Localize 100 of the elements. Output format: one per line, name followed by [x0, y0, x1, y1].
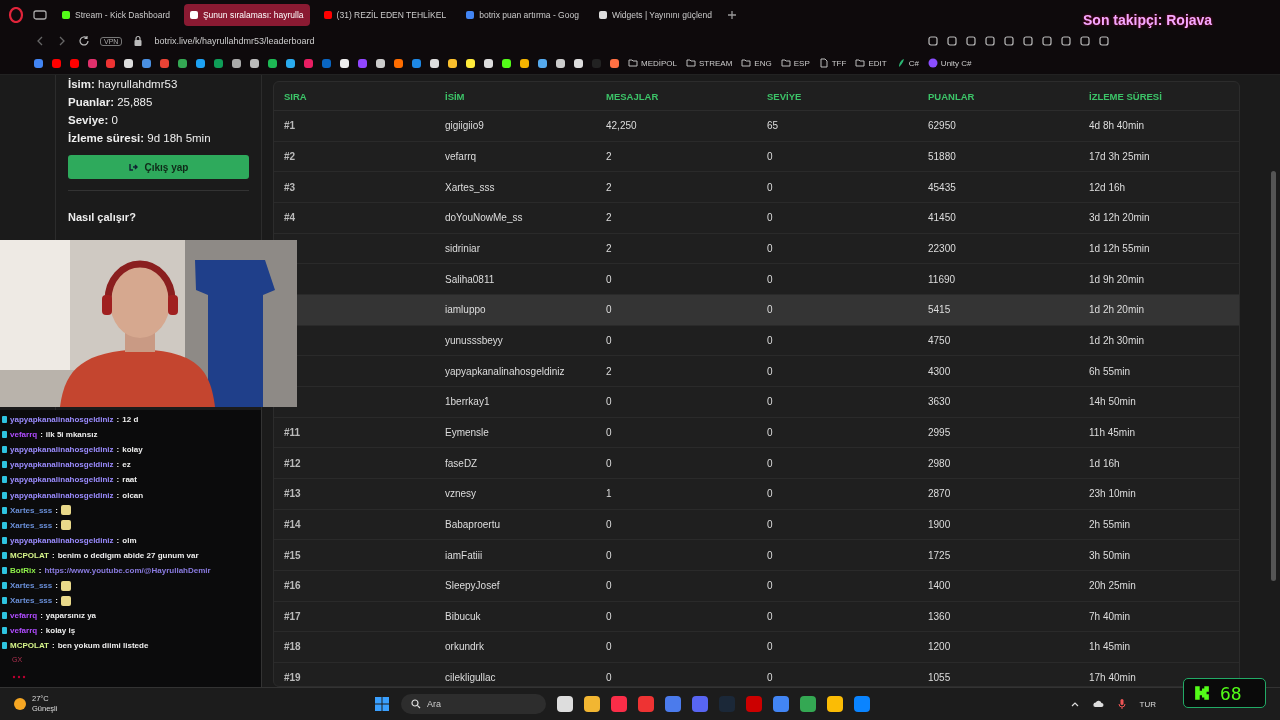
- toolbar-icon[interactable]: [1003, 35, 1015, 47]
- chat-username[interactable]: vefarrq: [10, 626, 38, 636]
- level-cell: 0: [767, 457, 773, 469]
- taskbar-app-icon[interactable]: [611, 696, 627, 712]
- browser-tab[interactable]: botrix puan artırma - Goog: [460, 4, 585, 26]
- toolbar-icon[interactable]: [1098, 35, 1110, 47]
- chat-username[interactable]: MCPOLAT: [10, 550, 49, 560]
- taskbar-app-icon[interactable]: [746, 696, 762, 712]
- chat-username[interactable]: vefarrq: [10, 430, 38, 440]
- toolbar-icon[interactable]: [946, 35, 958, 47]
- chat-username[interactable]: Xartes_sss: [10, 520, 53, 530]
- folder-icon: [686, 58, 696, 68]
- folder-icon: [628, 58, 638, 68]
- chat-separator: :: [38, 566, 42, 575]
- bookmark-item[interactable]: ENG: [741, 58, 772, 68]
- bookmark-item[interactable]: ESP: [780, 58, 810, 68]
- column-header[interactable]: İZLEME SÜRESİ: [1089, 90, 1239, 102]
- points-cell: 5415: [928, 304, 951, 316]
- browser-logo-icon[interactable]: [8, 7, 24, 23]
- messages-cell: 2: [606, 181, 612, 193]
- browser-tab[interactable]: Stream - Kick Dashboard: [56, 4, 176, 26]
- lock-icon: [132, 35, 145, 47]
- taskbar-app-icon[interactable]: [665, 696, 681, 712]
- browser-tab[interactable]: Şunun sıralaması: hayrulla: [183, 4, 310, 26]
- toolbar-icon[interactable]: [1060, 35, 1072, 47]
- chat-username[interactable]: BotRix: [10, 566, 36, 575]
- chat-username[interactable]: yapyapkanalinahosgeldiniz: [10, 445, 114, 455]
- rank-cell: #17: [284, 610, 301, 622]
- level-cell: 0: [767, 641, 773, 653]
- column-header[interactable]: SEVİYE: [767, 90, 928, 102]
- bookmark-label: TFF: [831, 58, 847, 68]
- more-icon[interactable]: [12, 674, 26, 679]
- name-cell: cilekligullac: [445, 672, 496, 684]
- watch-time-cell: 20h 25min: [1089, 580, 1136, 592]
- taskbar-app-icon[interactable]: [827, 696, 843, 712]
- chat-separator: :: [55, 581, 58, 591]
- taskbar-app-icon[interactable]: [557, 696, 573, 712]
- search-field[interactable]: Ara: [401, 694, 546, 714]
- chat-username[interactable]: MCPOLAT: [10, 641, 49, 651]
- scrollbar-thumb[interactable]: [1271, 171, 1276, 581]
- cloud-icon[interactable]: [1091, 698, 1104, 710]
- chat-username[interactable]: vefarrq: [10, 611, 38, 621]
- chat-username[interactable]: yapyapkanalinahosgeldiniz: [10, 490, 114, 500]
- chat-username[interactable]: yapyapkanalinahosgeldiniz: [10, 535, 114, 545]
- toolbar-icon[interactable]: [965, 35, 977, 47]
- bookmark-item[interactable]: MEDİPOL: [628, 58, 677, 68]
- chat-username[interactable]: Xartes_sss: [10, 596, 53, 606]
- bookmark-item[interactable]: EDIT: [855, 58, 887, 68]
- column-header[interactable]: SIRA: [284, 90, 445, 102]
- new-tab-icon[interactable]: [726, 9, 739, 21]
- chat-username[interactable]: yapyapkanalinahosgeldiniz: [10, 475, 114, 485]
- chat-separator: :: [116, 490, 120, 500]
- bookmark-item[interactable]: TFF: [818, 58, 847, 68]
- name-cell: 1berrkay1: [445, 396, 490, 408]
- address-field[interactable]: botrix.live/k/hayrullahdmr53/leaderboard: [154, 36, 315, 46]
- watch-time-cell: 1h 45min: [1089, 641, 1131, 653]
- sun-icon[interactable]: [14, 698, 26, 710]
- name-cell: faseDZ: [445, 457, 478, 469]
- taskbar-app-icon[interactable]: [800, 696, 816, 712]
- toolbar-icon[interactable]: [1079, 35, 1091, 47]
- taskbar-app-icon[interactable]: [854, 696, 870, 712]
- microphone-icon[interactable]: [1115, 698, 1128, 710]
- folder-icon: [855, 58, 866, 68]
- level-cell: 0: [767, 580, 773, 592]
- taskbar-app-icon[interactable]: [692, 696, 708, 712]
- bookmark-item[interactable]: C#: [895, 58, 919, 68]
- bookmark-item[interactable]: Unity C#: [927, 58, 972, 68]
- chat-separator: :: [116, 445, 120, 455]
- taskbar-app-icon[interactable]: [773, 696, 789, 712]
- toolbar-icon[interactable]: [1022, 35, 1034, 47]
- chat-username[interactable]: yapyapkanalinahosgeldiniz: [10, 415, 114, 425]
- column-header[interactable]: PUANLAR: [928, 90, 1089, 102]
- taskbar-app-icon[interactable]: [638, 696, 654, 712]
- toolbar-icon[interactable]: [984, 35, 996, 47]
- profile-info-line: Seviye: 0: [68, 113, 119, 128]
- messages-cell: 0: [606, 457, 612, 469]
- chat-username[interactable]: Xartes_sss: [10, 505, 53, 515]
- watch-time-cell: 1d 2h 20min: [1089, 304, 1145, 316]
- viewer-count-widget: 68: [1183, 678, 1266, 708]
- reload-icon[interactable]: [78, 35, 90, 47]
- toolbar-icon[interactable]: [927, 35, 939, 47]
- browser-tab[interactable]: Widgets | Yayınını güçlend: [592, 4, 719, 26]
- language-indicator[interactable]: TUR: [1139, 699, 1156, 709]
- emote-icon: [60, 505, 71, 516]
- bookmark-item[interactable]: STREAM: [686, 58, 733, 68]
- start-icon[interactable]: [374, 696, 390, 712]
- taskbar-app-icon[interactable]: [584, 696, 600, 712]
- column-header[interactable]: İSİM: [445, 90, 606, 102]
- toolbar-icon[interactable]: [1041, 35, 1053, 47]
- messages-cell: 0: [606, 396, 612, 408]
- chat-message: benim o dedigım abide 27 gunum var: [57, 550, 199, 560]
- rank-cell: #11: [284, 426, 301, 438]
- browser-tab[interactable]: (31) REZİL EDEN TEHLİKEL: [317, 4, 453, 26]
- chat-link[interactable]: https://www.youtube.com/@HayrullahDemir: [44, 566, 211, 575]
- tab-island-icon[interactable]: [32, 7, 48, 23]
- chat-username[interactable]: yapyapkanalinahosgeldiniz: [10, 460, 114, 470]
- chat-username[interactable]: Xartes_sss: [10, 581, 53, 591]
- logout-button[interactable]: Çıkış yap: [68, 155, 249, 179]
- column-header[interactable]: MESAJLAR: [606, 90, 767, 102]
- folder-icon: [780, 58, 791, 68]
